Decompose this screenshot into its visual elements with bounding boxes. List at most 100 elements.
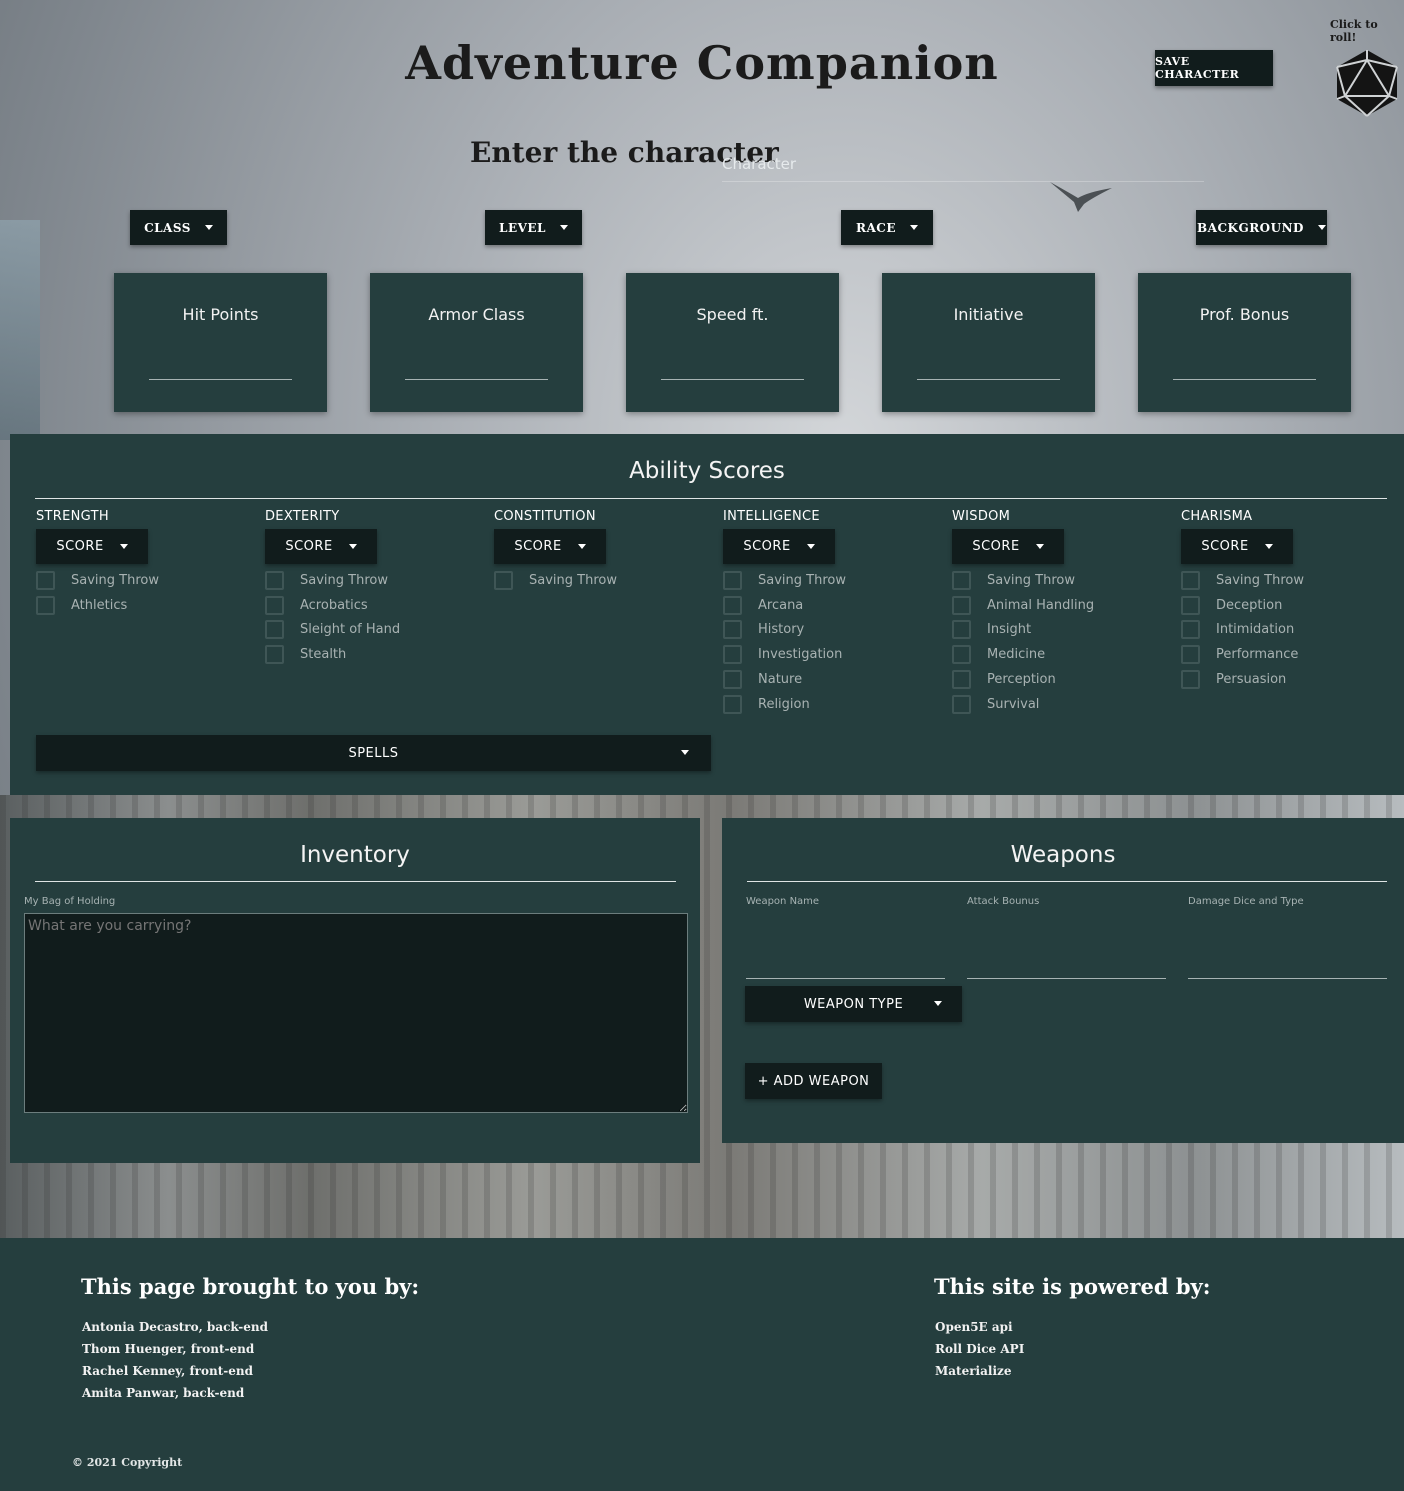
powered-link[interactable]: Roll Dice API xyxy=(935,1338,1024,1360)
skill-row[interactable]: Religion xyxy=(723,692,943,717)
save-character-button[interactable]: SAVE CHARACTER xyxy=(1155,50,1273,86)
powered-link[interactable]: Open5E api xyxy=(935,1316,1024,1338)
wisdom-score-dropdown[interactable]: SCORE xyxy=(952,529,1064,564)
skill-row[interactable]: Persuasion xyxy=(1181,667,1401,692)
skill-checkbox[interactable] xyxy=(1181,570,1200,590)
spells-label: SPELLS xyxy=(348,745,399,761)
credits-title: This page brought to you by: xyxy=(81,1274,420,1299)
intelligence-score-dropdown[interactable]: SCORE xyxy=(723,529,835,564)
skill-label: Sleight of Hand xyxy=(300,622,401,638)
level-dropdown[interactable]: LEVEL xyxy=(485,210,582,245)
skill-row[interactable]: Saving Throw xyxy=(265,568,485,593)
skill-row[interactable]: Deception xyxy=(1181,593,1401,618)
skill-row[interactable]: Saving Throw xyxy=(723,568,943,593)
speed-input[interactable] xyxy=(661,379,804,380)
skill-checkbox[interactable] xyxy=(952,645,971,665)
skill-row[interactable]: Saving Throw xyxy=(952,568,1172,593)
skill-checkbox[interactable] xyxy=(1181,645,1200,665)
skill-label: Saving Throw xyxy=(758,572,846,588)
hit-points-label: Hit Points xyxy=(182,305,259,324)
skill-row[interactable]: Sleight of Hand xyxy=(265,618,485,643)
skill-label: Persuasion xyxy=(1216,672,1287,688)
character-name-input[interactable] xyxy=(722,146,1204,182)
race-dropdown[interactable]: RACE xyxy=(841,210,933,245)
skill-label: Athletics xyxy=(71,597,128,613)
skill-row[interactable]: History xyxy=(723,618,943,643)
skill-row[interactable]: Acrobatics xyxy=(265,593,485,618)
skill-checkbox[interactable] xyxy=(494,570,513,590)
skill-row[interactable]: Performance xyxy=(1181,642,1401,667)
weapon-type-dropdown[interactable]: WEAPON TYPE xyxy=(745,986,962,1022)
roll-label: Click to roll! xyxy=(1330,18,1378,44)
skill-row[interactable]: Stealth xyxy=(265,642,485,667)
divider xyxy=(747,881,1387,882)
hit-points-input[interactable] xyxy=(149,379,292,380)
skill-checkbox[interactable] xyxy=(36,570,55,590)
skill-row[interactable]: Saving Throw xyxy=(494,568,714,593)
skill-checkbox[interactable] xyxy=(952,694,971,714)
skill-checkbox[interactable] xyxy=(723,645,742,665)
skill-checkbox[interactable] xyxy=(952,570,971,590)
class-dropdown[interactable]: CLASS xyxy=(130,210,227,245)
skill-row[interactable]: Insight xyxy=(952,618,1172,643)
skill-checkbox[interactable] xyxy=(723,595,742,615)
armor-class-input[interactable] xyxy=(405,379,548,380)
skill-checkbox[interactable] xyxy=(952,620,971,640)
score-label: SCORE xyxy=(514,539,562,554)
constitution-score-dropdown[interactable]: SCORE xyxy=(494,529,606,564)
score-label: SCORE xyxy=(1201,539,1249,554)
skill-checkbox[interactable] xyxy=(265,620,284,640)
skill-checkbox[interactable] xyxy=(723,570,742,590)
powered-link[interactable]: Materialize xyxy=(935,1360,1024,1382)
skill-checkbox[interactable] xyxy=(1181,670,1200,690)
skill-row[interactable]: Perception xyxy=(952,667,1172,692)
skill-checkbox[interactable] xyxy=(952,595,971,615)
skill-checkbox[interactable] xyxy=(1181,620,1200,640)
background-dropdown[interactable]: BACKGROUND xyxy=(1196,210,1327,245)
weapon-name-input[interactable] xyxy=(746,978,945,979)
skill-row[interactable]: Arcana xyxy=(723,593,943,618)
skill-row[interactable]: Medicine xyxy=(952,642,1172,667)
dexterity-score-dropdown[interactable]: SCORE xyxy=(265,529,377,564)
skill-row[interactable]: Athletics xyxy=(36,593,256,618)
skill-checkbox[interactable] xyxy=(723,670,742,690)
spells-dropdown[interactable]: SPELLS xyxy=(36,735,711,771)
skill-row[interactable]: Saving Throw xyxy=(1181,568,1401,593)
skill-row[interactable]: Saving Throw xyxy=(36,568,256,593)
bird-icon xyxy=(1050,182,1112,212)
skill-checkbox[interactable] xyxy=(265,595,284,615)
caret-down-icon xyxy=(1317,225,1326,230)
credit-item: Antonia Decastro, back-end xyxy=(82,1320,268,1334)
add-weapon-button[interactable]: + ADD WEAPON xyxy=(745,1063,882,1099)
charisma-score-dropdown[interactable]: SCORE xyxy=(1181,529,1293,564)
skill-row[interactable]: Nature xyxy=(723,667,943,692)
caret-down-icon xyxy=(806,544,815,549)
skill-row[interactable]: Investigation xyxy=(723,642,943,667)
attack-bonus-label: Attack Bounus xyxy=(967,896,1040,907)
caret-down-icon xyxy=(348,544,357,549)
strength-score-dropdown[interactable]: SCORE xyxy=(36,529,148,564)
score-label: SCORE xyxy=(743,539,791,554)
caret-down-icon xyxy=(204,225,213,230)
skill-checkbox[interactable] xyxy=(36,595,55,615)
speed-card: Speed ft. xyxy=(626,273,839,412)
hit-points-card: Hit Points xyxy=(114,273,327,412)
skill-checkbox[interactable] xyxy=(265,645,284,665)
skill-checkbox[interactable] xyxy=(1181,595,1200,615)
skill-row[interactable]: Intimidation xyxy=(1181,618,1401,643)
prof-bonus-input[interactable] xyxy=(1173,379,1316,380)
ability-name: INTELLIGENCE xyxy=(723,509,820,524)
attack-bonus-input[interactable] xyxy=(967,978,1166,979)
damage-dice-input[interactable] xyxy=(1188,978,1387,979)
skill-row[interactable]: Survival xyxy=(952,692,1172,717)
skill-checkbox[interactable] xyxy=(265,570,284,590)
skill-checkbox[interactable] xyxy=(723,620,742,640)
inventory-title: Inventory xyxy=(300,842,410,868)
skill-checkbox[interactable] xyxy=(723,694,742,714)
skill-row[interactable]: Animal Handling xyxy=(952,593,1172,618)
skill-label: Acrobatics xyxy=(300,597,368,613)
initiative-input[interactable] xyxy=(917,379,1060,380)
skill-checkbox[interactable] xyxy=(952,670,971,690)
bag-of-holding-textarea[interactable] xyxy=(24,913,688,1113)
d20-dice-icon[interactable] xyxy=(1334,48,1400,118)
